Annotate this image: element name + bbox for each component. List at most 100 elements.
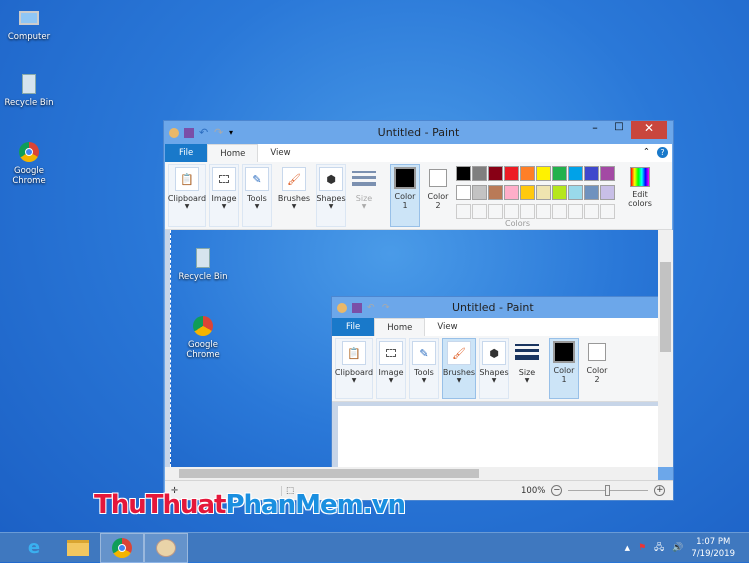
desktop-icon-chrome[interactable]: Google Chrome: [0, 140, 59, 186]
desktop-icon-label: Google Chrome: [12, 166, 46, 186]
clock[interactable]: 1:07 PM 7/19/2019: [691, 536, 735, 560]
palette-swatch[interactable]: [536, 185, 551, 200]
shapes-icon: ⬢: [319, 167, 343, 191]
custom-color-slot[interactable]: [584, 204, 599, 219]
label: Image: [211, 194, 237, 203]
desktop-icon-label: Computer: [7, 32, 51, 42]
custom-color-slot[interactable]: [504, 204, 519, 219]
label: Color 2: [427, 192, 449, 210]
select-icon: [212, 167, 236, 191]
palette-swatch[interactable]: [456, 185, 471, 200]
palette-swatch[interactable]: [600, 166, 615, 181]
customize-qat-icon[interactable]: ▾: [229, 128, 239, 138]
edit-colors-button[interactable]: Edit colors: [625, 164, 655, 227]
color2-button[interactable]: Color 2: [423, 164, 453, 227]
paint-taskbar-icon[interactable]: [144, 532, 188, 563]
custom-color-slot[interactable]: [536, 204, 551, 219]
image-button[interactable]: Image ▼: [209, 164, 239, 227]
inner-tools: ✎ Tools ▼: [409, 338, 439, 399]
palette-swatch[interactable]: [584, 166, 599, 181]
edit-colors-icon: [630, 167, 650, 187]
label: Clipboard: [167, 194, 207, 203]
palette-swatch[interactable]: [552, 166, 567, 181]
custom-color-slot[interactable]: [488, 204, 503, 219]
inner-ribbon: 📋 Clipboard ▼ Image ▼ ✎ Tools ▼ 🖌 Brushes ▼ ⬢ Sh…: [332, 336, 658, 402]
palette-swatch[interactable]: [552, 185, 567, 200]
custom-color-slot[interactable]: [568, 204, 583, 219]
file-explorer-icon[interactable]: [56, 533, 100, 563]
color1-button[interactable]: Color 1: [390, 164, 420, 227]
recycle-bin-icon: [17, 72, 41, 96]
watermark-part: PhanMem: [225, 490, 363, 520]
tab-view[interactable]: View: [258, 144, 302, 162]
tab-home[interactable]: Home: [207, 144, 259, 162]
paint-app-icon[interactable]: [169, 127, 179, 138]
custom-color-slot[interactable]: [456, 204, 471, 219]
palette-swatch[interactable]: [536, 166, 551, 181]
show-hidden-icons[interactable]: ▲: [625, 544, 630, 552]
chrome-taskbar-icon[interactable]: [100, 532, 144, 563]
custom-color-slot[interactable]: [552, 204, 567, 219]
palette-swatch[interactable]: [600, 185, 615, 200]
desktop-icon-recycle-bin[interactable]: Recycle Bin: [0, 72, 59, 108]
zoom-slider[interactable]: [568, 485, 649, 496]
palette-swatch[interactable]: [504, 185, 519, 200]
clipboard-icon: 📋: [175, 167, 199, 191]
action-center-flag-icon[interactable]: ⚑: [638, 543, 646, 553]
size-button[interactable]: Size ▼: [349, 164, 379, 227]
palette-swatch[interactable]: [472, 166, 487, 181]
tools-button[interactable]: ✎ Tools ▼: [242, 164, 272, 227]
pasted-image[interactable]: Recycle Bin Google Chrome ↶ ↷ Untitled - …: [170, 230, 658, 467]
date: 7/19/2019: [691, 548, 735, 559]
palette-swatch[interactable]: [520, 166, 535, 181]
save-icon[interactable]: [184, 127, 194, 138]
palette-swatch[interactable]: [488, 185, 503, 200]
label: Recycle Bin: [178, 272, 228, 282]
brushes-button[interactable]: 🖌 Brushes ▼: [275, 164, 313, 227]
redo-icon[interactable]: ↷: [214, 127, 224, 138]
palette-swatch[interactable]: [456, 166, 471, 181]
title-bar[interactable]: ↶ ↷ ▾ Untitled - Paint – □ ✕: [164, 121, 673, 144]
collapse-ribbon-icon[interactable]: ⌃: [643, 147, 650, 157]
palette-swatch[interactable]: [504, 166, 519, 181]
canvas-area[interactable]: Recycle Bin Google Chrome ↶ ↷ Untitled - …: [165, 230, 658, 467]
ribbon: 📋 Clipboard ▼ Image ▼ ✎ Tools ▼ 🖌 Brushes ▼ ⬢ Sh…: [165, 162, 672, 230]
label: Edit colors: [628, 190, 652, 208]
desktop-icon-computer[interactable]: Computer: [0, 6, 59, 42]
palette-swatch[interactable]: [568, 166, 583, 181]
maximize-button[interactable]: □: [607, 121, 631, 139]
zoom-out-button[interactable]: −: [551, 485, 563, 496]
clipboard-button[interactable]: 📋 Clipboard ▼: [168, 164, 206, 227]
zoom-in-button[interactable]: +: [654, 485, 666, 496]
desktop-icon-label: Recycle Bin: [4, 98, 54, 108]
minimize-button[interactable]: –: [583, 121, 607, 139]
palette-swatch[interactable]: [488, 166, 503, 181]
save-icon: [352, 302, 362, 313]
shapes-button[interactable]: ⬢ Shapes ▼: [316, 164, 346, 227]
size-icon: [352, 167, 376, 191]
palette-swatch[interactable]: [520, 185, 535, 200]
label: Tools: [247, 194, 267, 203]
help-icon[interactable]: ?: [657, 147, 668, 158]
tools-icon: ✎: [245, 167, 269, 191]
inner-window-title: Untitled - Paint: [452, 301, 534, 314]
internet-explorer-icon[interactable]: e: [12, 533, 56, 563]
palette-swatch[interactable]: [584, 185, 599, 200]
inner-shapes: ⬢ Shapes ▼: [479, 338, 509, 399]
volume-icon[interactable]: 🔊: [672, 543, 683, 553]
custom-color-slot[interactable]: [520, 204, 535, 219]
custom-color-slot[interactable]: [600, 204, 615, 219]
palette-swatch[interactable]: [568, 185, 583, 200]
horizontal-scrollbar[interactable]: [165, 467, 658, 480]
inner-canvas: [338, 406, 658, 467]
close-button[interactable]: ✕: [631, 121, 667, 139]
custom-color-slot[interactable]: [472, 204, 487, 219]
network-icon[interactable]: 🖧: [654, 540, 664, 556]
inner-clipboard: 📋 Clipboard ▼: [335, 338, 373, 399]
tab-file[interactable]: File: [165, 144, 208, 162]
inner-color1: Color 1: [549, 338, 579, 399]
palette-swatch[interactable]: [472, 185, 487, 200]
vertical-scrollbar[interactable]: [658, 230, 673, 467]
undo-icon[interactable]: ↶: [199, 127, 209, 138]
recycle-bin-icon: [191, 246, 215, 270]
